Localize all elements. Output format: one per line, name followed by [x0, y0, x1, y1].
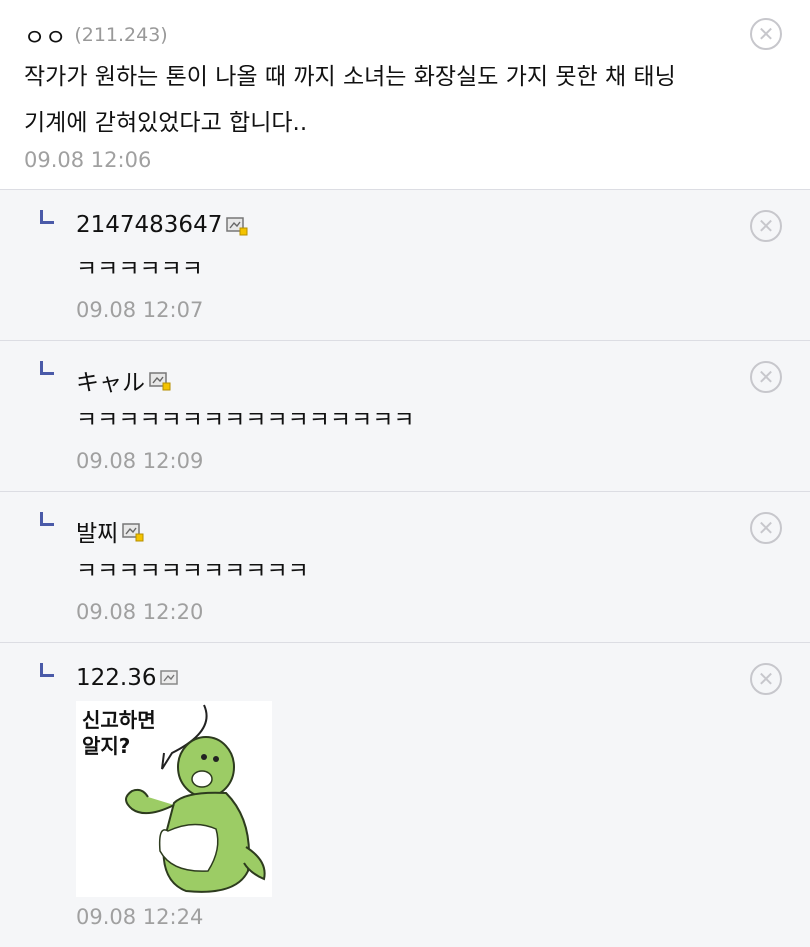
reply-author: 발찌: [76, 514, 144, 548]
reply-text: ㅋㅋㅋㅋㅋㅋ: [76, 256, 203, 282]
reply-author: キャル: [76, 363, 171, 397]
reply-author: 2147483647: [76, 212, 248, 238]
member-badge-icon: [122, 522, 144, 542]
reply-arrow-icon: [40, 210, 54, 224]
nickname[interactable]: キャル: [76, 363, 145, 397]
member-badge-icon: [226, 216, 248, 236]
close-icon[interactable]: ✕: [750, 663, 782, 695]
gray-member-badge-icon: [160, 669, 180, 687]
reply-arrow-icon: [40, 361, 54, 375]
reply-author: 122.36: [76, 665, 180, 691]
nickname[interactable]: 발찌: [76, 514, 118, 548]
sticker-image: 신고하면 알지?: [76, 701, 272, 897]
reply-text: ㅋㅋㅋㅋㅋㅋㅋㅋㅋㅋㅋ: [76, 558, 309, 584]
reply-item: 발찌 ㅋㅋㅋㅋㅋㅋㅋㅋㅋㅋㅋ 09.08 12:20 ✕: [0, 492, 810, 643]
reply-item: 2147483647 ㅋㅋㅋㅋㅋㅋ 09.08 12:07 ✕: [0, 190, 810, 341]
comment-text: 작가가 원하는 톤이 나올 때 까지 소녀는 화장실도 가지 못한 채 태닝 기…: [24, 54, 676, 146]
reply-date: 09.08 12:07: [76, 298, 204, 322]
close-icon[interactable]: ✕: [750, 18, 782, 50]
reply-item: キャル ㅋㅋㅋㅋㅋㅋㅋㅋㅋㅋㅋㅋㅋㅋㅋㅋ 09.08 12:09 ✕: [0, 341, 810, 492]
sticker-text-line: 신고하면: [82, 708, 156, 732]
comment-text-line: 기계에 갇혀있었다고 합니다..: [24, 110, 308, 136]
reply-text: ㅋㅋㅋㅋㅋㅋㅋㅋㅋㅋㅋㅋㅋㅋㅋㅋ: [76, 407, 415, 433]
reply-date: 09.08 12:09: [76, 449, 204, 473]
nickname[interactable]: 2147483647: [76, 212, 222, 238]
member-badge-icon: [149, 371, 171, 391]
comment-author: ㅇㅇ (211.243): [24, 18, 168, 52]
reply-arrow-icon: [40, 512, 54, 526]
close-icon[interactable]: ✕: [750, 210, 782, 242]
nickname[interactable]: 122.36: [76, 665, 156, 691]
nickname[interactable]: ㅇㅇ: [24, 18, 66, 52]
close-icon[interactable]: ✕: [750, 361, 782, 393]
reply-item: 122.36 신고하면 알지? 09.08 12:24 ✕: [0, 643, 810, 947]
ip-address: (211.243): [74, 24, 168, 46]
comment: ㅇㅇ (211.243) 작가가 원하는 톤이 나올 때 까지 소녀는 화장실도…: [0, 0, 810, 190]
close-icon[interactable]: ✕: [750, 512, 782, 544]
reply-arrow-icon: [40, 663, 54, 677]
reply-date: 09.08 12:20: [76, 600, 204, 624]
comment-text-line: 작가가 원하는 톤이 나올 때 까지 소녀는 화장실도 가지 못한 채 태닝: [24, 64, 676, 90]
reply-date: 09.08 12:24: [76, 905, 204, 929]
sticker-text-line: 알지?: [82, 734, 130, 758]
comment-date: 09.08 12:06: [24, 148, 152, 172]
